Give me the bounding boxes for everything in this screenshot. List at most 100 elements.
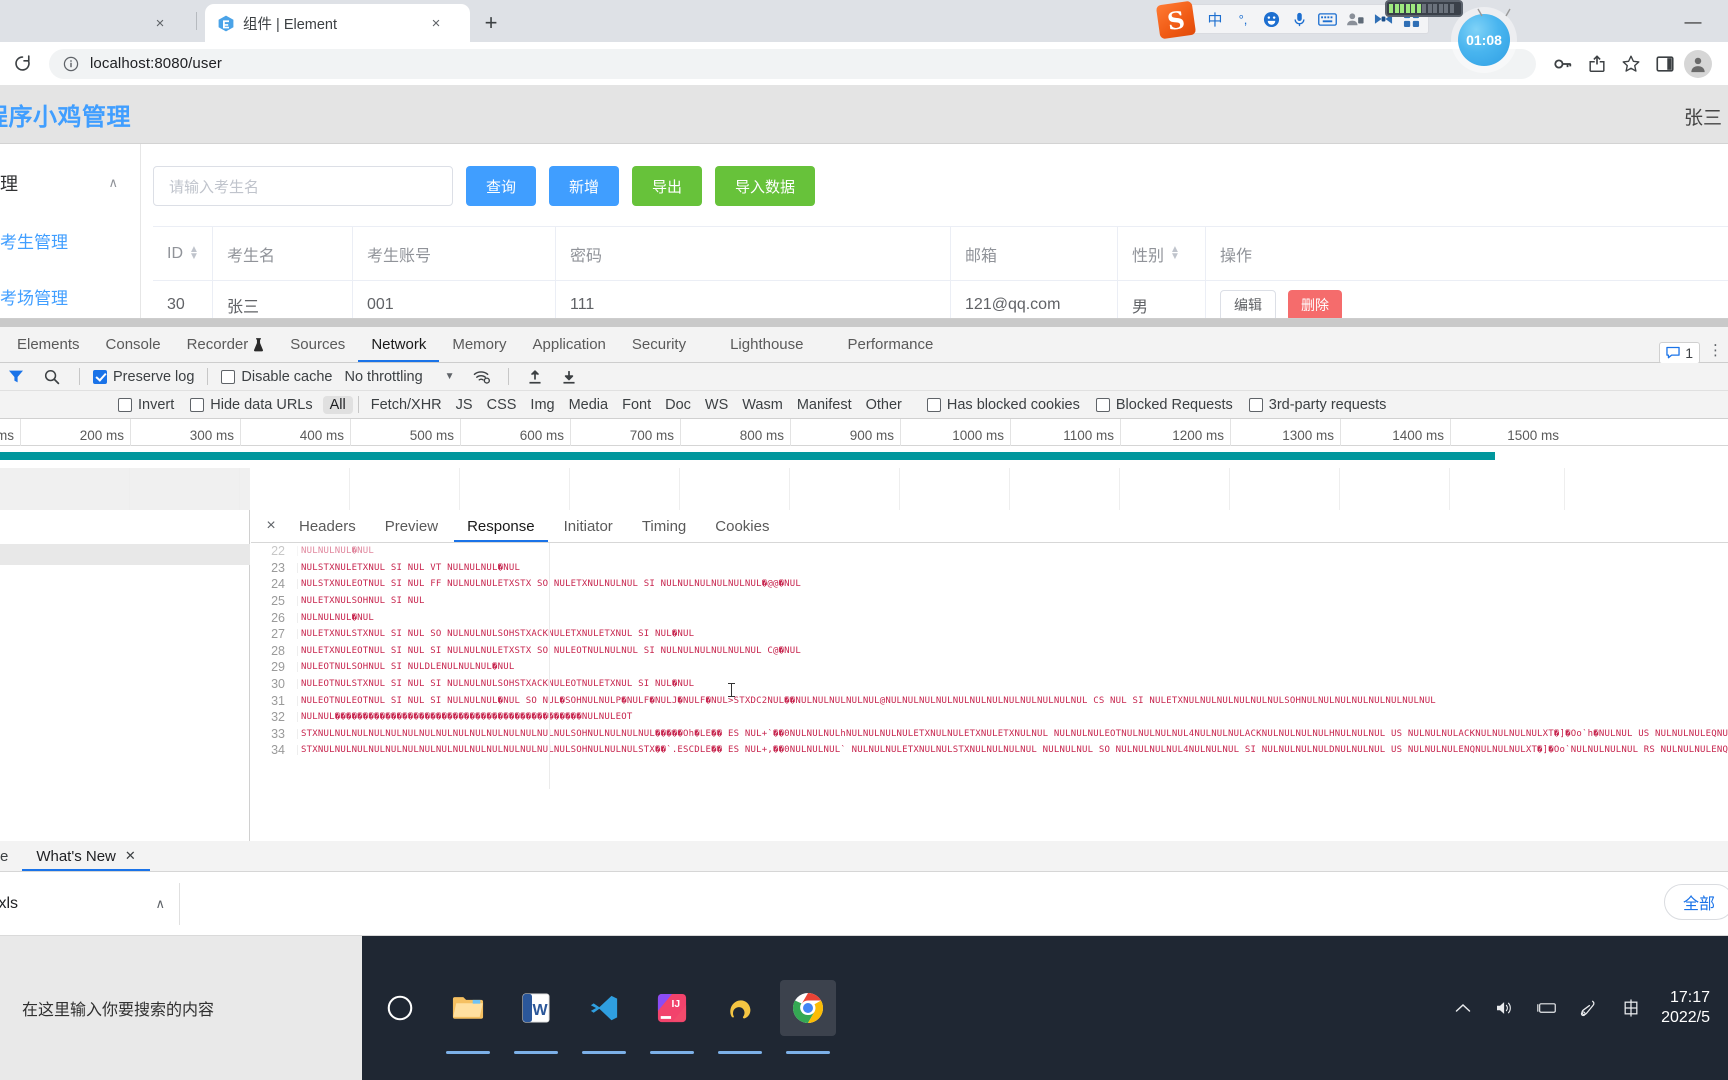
chevron-up-icon[interactable] — [1451, 1002, 1475, 1014]
sidebar-item-examroom-management[interactable]: 考场管理 — [0, 268, 140, 318]
import-data-button[interactable]: 导入数据 — [715, 166, 816, 206]
devtools-tab-sources[interactable]: Sources — [277, 327, 358, 362]
export-button[interactable]: 导出 — [632, 166, 703, 206]
checkbox-box[interactable] — [93, 369, 107, 384]
mic-icon[interactable] — [1286, 6, 1312, 32]
keyboard-icon[interactable] — [1314, 6, 1340, 32]
new-tab-button[interactable]: + — [477, 9, 505, 37]
filter-type-other[interactable]: Other — [859, 396, 909, 414]
window-minimize-button[interactable]: — — [1680, 10, 1706, 32]
table-col-id[interactable]: ID ▲ ▼ — [153, 227, 213, 280]
checkbox-box[interactable] — [1248, 397, 1263, 412]
detail-tab-preview[interactable]: Preview — [372, 510, 451, 542]
sidebar-item-examinee-management[interactable]: 考生管理 — [0, 212, 140, 268]
pen-icon[interactable] — [1577, 999, 1601, 1017]
reload-icon[interactable] — [5, 47, 39, 81]
devtools-tab-lighthouse[interactable]: Lighthouse — [717, 327, 816, 362]
devtools-tab-memory[interactable]: Memory — [439, 327, 519, 362]
filter-type-css[interactable]: CSS — [480, 396, 524, 414]
download-icon[interactable] — [556, 369, 582, 385]
query-button[interactable]: 查询 — [466, 166, 537, 206]
devtools-tab-recorder[interactable]: Recorder — [174, 327, 278, 362]
address-bar[interactable]: localhost:8080/user — [49, 48, 1536, 79]
has-blocked-cookies-checkbox[interactable]: Has blocked cookies — [926, 397, 1080, 413]
filter-type-manifest[interactable]: Manifest — [790, 396, 859, 414]
ime-user-icon[interactable] — [1342, 6, 1368, 32]
volume-icon[interactable] — [1493, 1000, 1517, 1016]
download-item[interactable]: .xls ∧ — [0, 882, 180, 925]
vscode-icon[interactable] — [576, 980, 632, 1054]
selected-request-row[interactable] — [0, 544, 250, 565]
chevron-up-icon[interactable]: ∧ — [155, 896, 165, 912]
detail-tab-response[interactable]: Response — [454, 510, 548, 542]
sort-arrows-icon[interactable]: ▲ ▼ — [189, 245, 199, 262]
share-icon[interactable] — [1582, 49, 1612, 79]
preserve-log-checkbox[interactable]: Preserve log — [93, 369, 194, 385]
emoji-icon[interactable] — [1258, 6, 1284, 32]
ime-punctuation-icon[interactable]: °, — [1230, 6, 1256, 32]
browser-tab-0[interactable]: 2 × — [0, 4, 200, 42]
tab-close-icon-1[interactable]: × — [427, 14, 445, 32]
disable-cache-checkbox[interactable]: Disable cache — [221, 369, 332, 385]
devtools-tab-performance[interactable]: Performance — [834, 327, 946, 362]
search-input[interactable]: 请输入考生名 — [153, 166, 453, 206]
filter-type-ws[interactable]: WS — [698, 396, 735, 414]
taskbar-search-box[interactable]: 在这里输入你要搜索的内容 — [0, 936, 362, 1080]
detail-tab-cookies[interactable]: Cookies — [702, 510, 782, 542]
ime-chinese-mode-icon[interactable]: 中 — [1202, 6, 1228, 32]
ime-chinese-icon[interactable] — [1619, 998, 1643, 1018]
intellij-idea-icon[interactable]: IJ — [644, 980, 700, 1054]
upload-icon[interactable] — [522, 369, 548, 385]
detail-tab-headers[interactable]: Headers — [286, 510, 369, 542]
star-icon[interactable] — [1616, 49, 1646, 79]
filter-type-media[interactable]: Media — [562, 396, 616, 414]
side-panel-icon[interactable] — [1650, 49, 1680, 79]
sort-arrows-icon[interactable]: ▲ ▼ — [1170, 245, 1180, 262]
filter-type-font[interactable]: Font — [615, 396, 658, 414]
devtools-tab-elements[interactable]: Elements — [4, 327, 93, 362]
close-icon[interactable]: ✕ — [125, 848, 136, 864]
funnel-icon[interactable] — [2, 369, 30, 384]
checkbox-box[interactable] — [221, 369, 236, 384]
delete-button[interactable]: 删除 — [1288, 289, 1342, 318]
chrome-icon[interactable] — [780, 980, 836, 1054]
filter-type-all[interactable]: All — [322, 395, 353, 414]
filter-type-doc[interactable]: Doc — [658, 396, 698, 414]
key-icon[interactable] — [1548, 49, 1578, 79]
browser-tab-1[interactable]: 组件 | Element × — [205, 4, 470, 42]
devtools-tab-security[interactable]: Security — [619, 327, 699, 362]
search-icon[interactable] — [38, 369, 66, 385]
bottom-tab-whats-new[interactable]: What's New ✕ — [22, 841, 149, 871]
edit-button[interactable]: 编辑 — [1220, 289, 1276, 318]
sidebar-group-manage[interactable]: 理 ∧ — [0, 154, 140, 212]
add-button[interactable]: 新增 — [549, 166, 620, 206]
detail-tab-timing[interactable]: Timing — [629, 510, 699, 542]
filter-type-img[interactable]: Img — [523, 396, 561, 414]
close-icon[interactable]: × — [259, 514, 283, 538]
cortana-icon[interactable] — [372, 980, 428, 1036]
profile-avatar-icon[interactable] — [1684, 49, 1712, 78]
checkbox-box[interactable] — [1095, 397, 1110, 412]
checkbox-box[interactable] — [926, 397, 941, 412]
sogou-logo-icon[interactable]: S — [1155, 0, 1197, 40]
filter-type-fetch-xhr[interactable]: Fetch/XHR — [364, 396, 449, 414]
filter-type-js[interactable]: JS — [449, 396, 480, 414]
chevron-down-icon[interactable]: ▼ — [445, 371, 455, 382]
table-col-gender[interactable]: 性别 ▲ ▼ — [1118, 227, 1206, 280]
table-row[interactable]: 30 张三 001 111 121@qq.com 男 编辑 删除 — [153, 281, 1728, 318]
info-circle-icon[interactable] — [63, 56, 79, 72]
checkbox-box[interactable] — [118, 397, 132, 412]
devtools-tab-network[interactable]: Network — [358, 327, 439, 362]
devtools-message-badge[interactable]: 1 — [1659, 341, 1700, 364]
devtools-more-icon[interactable]: ⋮ — [1708, 343, 1723, 361]
word-icon[interactable]: W — [508, 980, 564, 1054]
network-request-list[interactable] — [0, 510, 250, 842]
bottom-tab-0[interactable]: e — [0, 841, 22, 871]
response-body-viewer[interactable]: 22 NULNULNUL�NUL 23 NULSTXNULETXNUL SI N… — [251, 543, 1728, 811]
network-overview[interactable] — [0, 446, 1728, 510]
wifi-settings-icon[interactable] — [469, 369, 495, 385]
taskbar-clock[interactable]: 17:17 2022/5 — [1661, 988, 1710, 1028]
third-party-requests-checkbox[interactable]: 3rd-party requests — [1248, 397, 1386, 413]
devtools-tab-application[interactable]: Application — [520, 327, 619, 362]
checkbox-box[interactable] — [190, 397, 205, 412]
